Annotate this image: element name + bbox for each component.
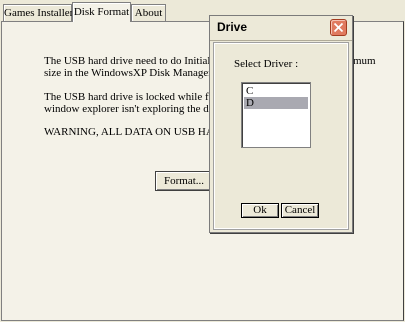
close-button[interactable] [330, 19, 347, 36]
format-button[interactable]: Format... [155, 171, 213, 191]
dialog-titlebar[interactable]: Drive [210, 16, 352, 41]
close-icon [333, 22, 344, 33]
cancel-button[interactable]: Cancel [281, 203, 319, 218]
drive-item-c[interactable]: C [244, 85, 308, 97]
drive-dialog: Drive Select Driver : C D Ok Cancel [209, 15, 353, 233]
dialog-title: Drive [217, 20, 248, 34]
drive-listbox[interactable]: C D [241, 82, 311, 148]
initialize-info-text-tail: mum [353, 55, 376, 67]
tab-games-installer[interactable]: Games Installer [3, 4, 73, 21]
select-driver-label: Select Driver : [234, 58, 299, 70]
tab-disk-format[interactable]: Disk Format [72, 2, 131, 22]
drive-item-d[interactable]: D [244, 97, 308, 109]
tab-about[interactable]: About [131, 4, 166, 21]
ok-button[interactable]: Ok [241, 203, 279, 218]
